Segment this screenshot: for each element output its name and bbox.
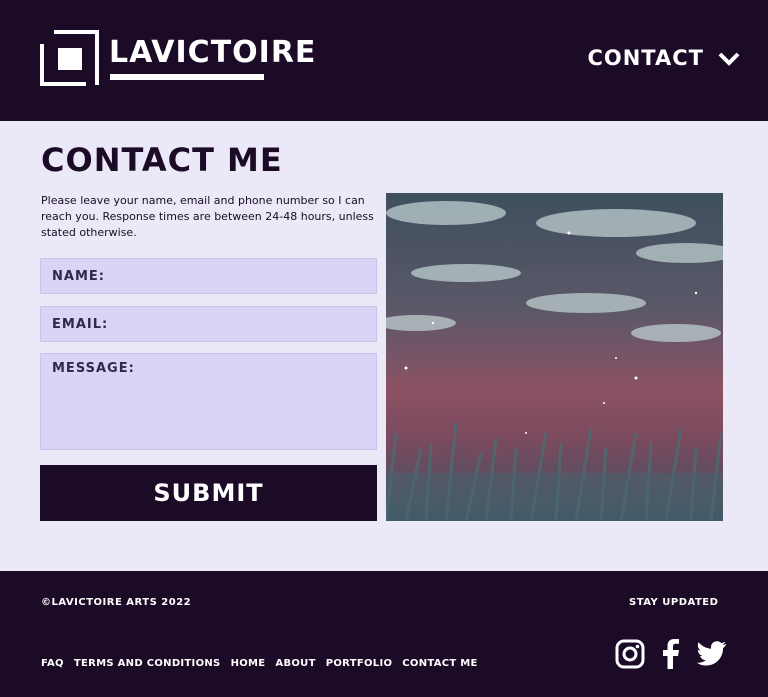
twitter-icon[interactable] — [696, 641, 727, 671]
copyright-text: ©LAVICTOIRE ARTS 2022 — [41, 597, 192, 608]
social-links — [615, 639, 727, 673]
nav-contact-label: CONTACT — [587, 46, 704, 70]
site-footer: ©LAVICTOIRE ARTS 2022 STAY UPDATED FAQ T… — [0, 571, 768, 697]
footer-links: FAQ TERMS AND CONDITIONS HOME ABOUT PORT… — [41, 658, 478, 669]
night-sky-artwork — [386, 193, 723, 521]
main-content: CONTACT ME Please leave your name, email… — [0, 121, 768, 571]
footer-link-faq[interactable]: FAQ — [41, 658, 64, 669]
email-field[interactable]: EMAIL: — [40, 306, 377, 342]
message-field[interactable]: MESSAGE: — [40, 353, 377, 450]
footer-link-contact[interactable]: CONTACT ME — [402, 658, 477, 669]
stay-updated-label: STAY UPDATED — [629, 597, 719, 608]
chevron-down-icon — [718, 52, 740, 66]
facebook-icon[interactable] — [661, 639, 681, 673]
brand-name: LAVICTOIRE — [109, 35, 317, 70]
footer-link-portfolio[interactable]: PORTFOLIO — [326, 658, 393, 669]
nav-contact-dropdown[interactable]: CONTACT — [587, 46, 740, 70]
intro-text: Please leave your name, email and phone … — [41, 194, 374, 239]
instagram-icon[interactable] — [615, 639, 645, 673]
brand-logo[interactable]: LAVICTOIRE — [40, 30, 315, 88]
submit-button[interactable]: SUBMIT — [40, 465, 377, 521]
footer-link-about[interactable]: ABOUT — [275, 658, 315, 669]
page-title: CONTACT ME — [41, 141, 283, 179]
footer-link-home[interactable]: HOME — [231, 658, 266, 669]
site-header: LAVICTOIRE CONTACT — [0, 0, 768, 121]
name-field[interactable]: NAME: — [40, 258, 377, 294]
brand-underline — [110, 74, 264, 80]
logo-mark-icon — [40, 30, 100, 86]
footer-link-terms[interactable]: TERMS AND CONDITIONS — [74, 658, 221, 669]
